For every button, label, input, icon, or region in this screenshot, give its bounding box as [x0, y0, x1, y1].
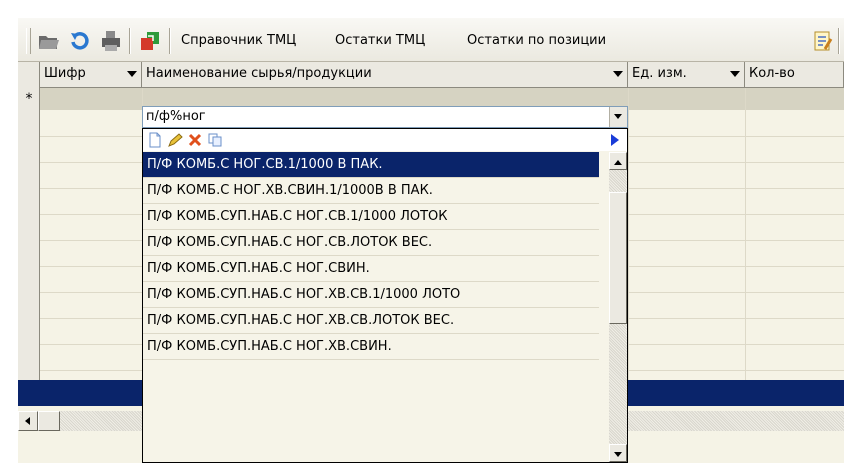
arrow-left-icon: [25, 417, 30, 425]
scroll-down-button[interactable]: [609, 444, 627, 462]
product-dropdown: П/Ф КОМБ.С НОГ.СВ.1/1000 В ПАК. П/Ф КОМБ…: [142, 128, 628, 463]
new-icon[interactable]: [147, 132, 163, 148]
list-item[interactable]: П/Ф КОМБ.СУП.НАБ.С НОГ.СВИН.: [143, 256, 599, 282]
filter-arrow-icon[interactable]: [127, 71, 137, 77]
app-window: Справочник ТМЦ Остатки ТМЦ Остатки по по…: [0, 0, 844, 463]
product-name-combo[interactable]: п/ф%ног: [142, 106, 628, 128]
refresh-icon[interactable]: [68, 29, 92, 53]
toolbar-separator: [838, 28, 840, 54]
scroll-thumb[interactable]: [38, 411, 60, 431]
list-item[interactable]: П/Ф КОМБ.СУП.НАБ.С НОГ.СВ.ЛОТОК ВЕС.: [143, 230, 599, 256]
list-item[interactable]: П/Ф КОМБ.СУП.НАБ.С НОГ.ХВ.СВИН.: [143, 334, 599, 360]
column-header-unit[interactable]: Ед. изм.: [628, 62, 745, 88]
list-item[interactable]: П/Ф КОМБ.С НОГ.СВ.1/1000 В ПАК.: [143, 152, 599, 178]
dropdown-list: П/Ф КОМБ.С НОГ.СВ.1/1000 В ПАК. П/Ф КОМБ…: [143, 152, 599, 360]
edit-document-icon[interactable]: [811, 29, 835, 53]
main-toolbar: Справочник ТМЦ Остатки ТМЦ Остатки по по…: [18, 18, 844, 62]
column-header-label: Наименование сырья/продукции: [146, 66, 372, 81]
print-icon[interactable]: [99, 29, 123, 53]
chevron-up-icon: [614, 160, 622, 165]
export-icon[interactable]: [138, 29, 162, 53]
grid-line: [745, 88, 746, 380]
list-item[interactable]: П/Ф КОМБ.СУП.НАБ.С НОГ.СВ.1/1000 ЛОТОК: [143, 204, 599, 230]
stock-button[interactable]: Остатки ТМЦ: [335, 31, 425, 51]
column-header-label: Шифр: [44, 66, 86, 81]
list-item[interactable]: П/Ф КОМБ.С НОГ.ХВ.СВИН.1/1000В В ПАК.: [143, 178, 599, 204]
column-header-label: Ед. изм.: [632, 66, 687, 81]
scroll-up-button[interactable]: [609, 152, 627, 170]
play-right-icon[interactable]: [607, 132, 623, 148]
filter-arrow-icon[interactable]: [730, 71, 740, 77]
stock-by-position-button[interactable]: Остатки по позиции: [467, 31, 606, 51]
toolbar-grip[interactable]: [26, 28, 31, 54]
open-folder-icon[interactable]: [37, 29, 61, 53]
toolbar-separator: [129, 28, 131, 54]
scroll-left-button[interactable]: [18, 411, 38, 431]
dropdown-vertical-scrollbar[interactable]: [609, 152, 627, 462]
combo-value[interactable]: п/ф%ног: [146, 108, 206, 126]
edit-icon[interactable]: [167, 132, 183, 148]
copy-icon[interactable]: [207, 132, 223, 148]
column-header-label: Кол-во: [749, 66, 795, 81]
filter-arrow-icon[interactable]: [613, 71, 623, 77]
scroll-thumb[interactable]: [609, 192, 627, 324]
catalog-button[interactable]: Справочник ТМЦ: [181, 31, 296, 51]
chevron-down-icon: [614, 114, 622, 119]
combo-dropdown-button[interactable]: [609, 107, 627, 127]
list-item[interactable]: П/Ф КОМБ.СУП.НАБ.С НОГ.ХВ.СВ.ЛОТОК ВЕС.: [143, 308, 599, 334]
column-header-name[interactable]: Наименование сырья/продукции: [142, 62, 628, 88]
column-header-code[interactable]: Шифр: [40, 62, 142, 88]
chevron-down-icon: [614, 452, 622, 457]
grid-line: [628, 88, 629, 380]
column-header-quantity[interactable]: Кол-во: [745, 62, 844, 88]
new-row-marker: *: [25, 91, 33, 107]
list-item[interactable]: П/Ф КОМБ.СУП.НАБ.С НОГ.ХВ.СВ.1/1000 ЛОТО: [143, 282, 599, 308]
dropdown-toolbar: [143, 129, 627, 151]
delete-icon[interactable]: [187, 132, 203, 148]
toolbar-separator: [169, 28, 171, 54]
